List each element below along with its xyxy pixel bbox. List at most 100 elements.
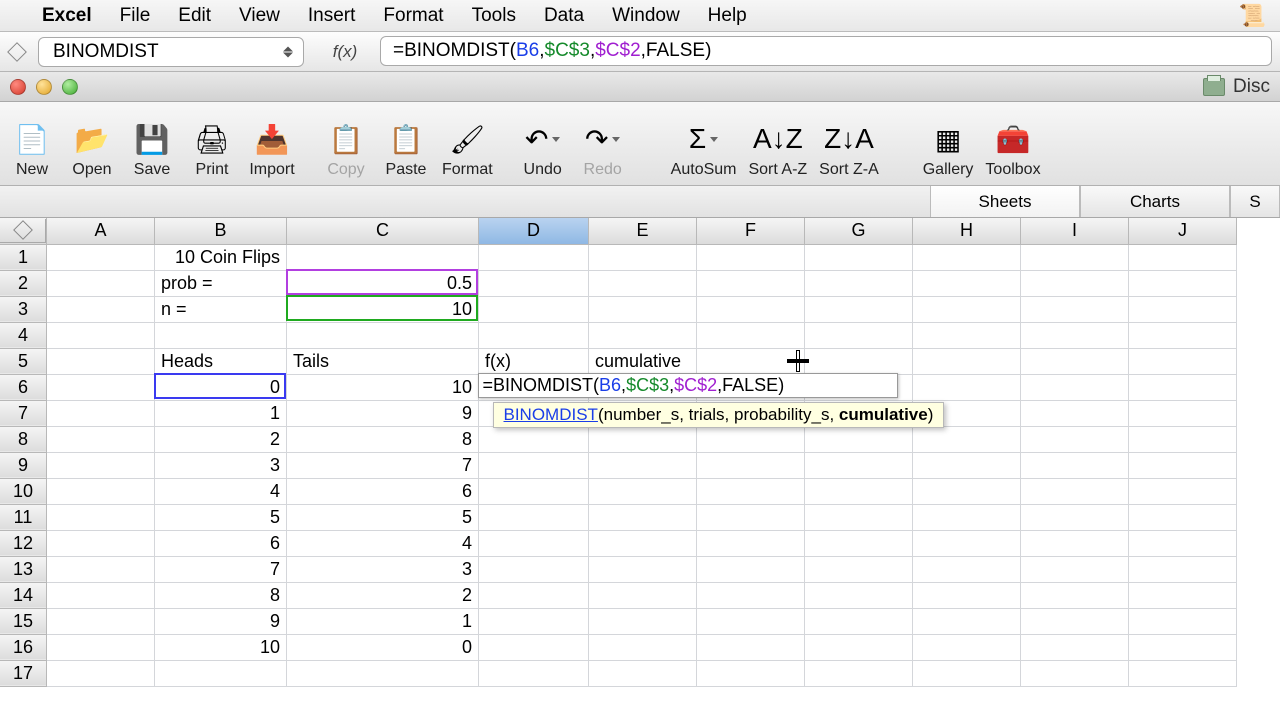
cell-E11[interactable] (589, 504, 697, 530)
row-header-11[interactable]: 11 (0, 504, 47, 530)
cell-D3[interactable] (479, 296, 589, 322)
cell-B6[interactable]: 0 (155, 374, 287, 400)
menu-window[interactable]: Window (612, 5, 680, 27)
cell-A15[interactable] (47, 608, 155, 634)
cell-D17[interactable] (479, 660, 589, 686)
cell-H10[interactable] (913, 478, 1021, 504)
cell-D8[interactable] (479, 426, 589, 452)
cell-F13[interactable] (697, 556, 805, 582)
open-button[interactable]: 📂Open (64, 105, 120, 181)
cell-I14[interactable] (1021, 582, 1129, 608)
app-name[interactable]: Excel (42, 5, 92, 27)
cell-F14[interactable] (697, 582, 805, 608)
cell-H4[interactable] (913, 322, 1021, 348)
close-window-button[interactable] (10, 79, 26, 95)
cell-B2[interactable]: prob = (155, 270, 287, 296)
cell-C1[interactable] (287, 244, 479, 270)
menu-view[interactable]: View (239, 5, 280, 27)
cell-C2[interactable]: 0.5 (287, 270, 479, 296)
cell-F3[interactable] (697, 296, 805, 322)
fx-label[interactable]: f(x) (310, 32, 380, 71)
cell-D4[interactable] (479, 322, 589, 348)
cell-D14[interactable] (479, 582, 589, 608)
menu-data[interactable]: Data (544, 5, 584, 27)
row-header-4[interactable]: 4 (0, 322, 47, 348)
column-header-F[interactable]: F (697, 218, 805, 244)
cell-G9[interactable] (805, 452, 913, 478)
cell-E2[interactable] (589, 270, 697, 296)
cell-F16[interactable] (697, 634, 805, 660)
cell-B1[interactable]: 10 Coin Flips (155, 244, 287, 270)
cell-I2[interactable] (1021, 270, 1129, 296)
cell-D1[interactable] (479, 244, 589, 270)
cell-G1[interactable] (805, 244, 913, 270)
cell-I11[interactable] (1021, 504, 1129, 530)
cell-H12[interactable] (913, 530, 1021, 556)
cell-I16[interactable] (1021, 634, 1129, 660)
cell-H14[interactable] (913, 582, 1021, 608)
autosum-button[interactable]: ΣAutoSum (667, 105, 741, 181)
cell-J1[interactable] (1129, 244, 1237, 270)
cell-J3[interactable] (1129, 296, 1237, 322)
cell-C8[interactable]: 8 (287, 426, 479, 452)
cell-editor[interactable]: =BINOMDIST(B6,$C$3,$C$2,FALSE) (478, 373, 898, 398)
cell-F10[interactable] (697, 478, 805, 504)
cell-C10[interactable]: 6 (287, 478, 479, 504)
cell-C11[interactable]: 5 (287, 504, 479, 530)
cell-J16[interactable] (1129, 634, 1237, 660)
row-header-9[interactable]: 9 (0, 452, 47, 478)
cell-E8[interactable] (589, 426, 697, 452)
cell-I9[interactable] (1021, 452, 1129, 478)
cell-C5[interactable]: Tails (287, 348, 479, 374)
cell-E14[interactable] (589, 582, 697, 608)
cell-H15[interactable] (913, 608, 1021, 634)
formula-input[interactable]: =BINOMDIST(B6,$C$3,$C$2,FALSE) (380, 36, 1272, 66)
cell-E9[interactable] (589, 452, 697, 478)
cell-C3[interactable]: 10 (287, 296, 479, 322)
cell-C9[interactable]: 7 (287, 452, 479, 478)
cell-B9[interactable]: 3 (155, 452, 287, 478)
cell-G10[interactable] (805, 478, 913, 504)
cell-A4[interactable] (47, 322, 155, 348)
column-header-E[interactable]: E (589, 218, 697, 244)
cell-I17[interactable] (1021, 660, 1129, 686)
gallery-button[interactable]: ▦Gallery (919, 105, 978, 181)
row-header-8[interactable]: 8 (0, 426, 47, 452)
cell-F8[interactable] (697, 426, 805, 452)
cell-G15[interactable] (805, 608, 913, 634)
cell-D9[interactable] (479, 452, 589, 478)
spreadsheet[interactable]: ABCDEFGHIJ110 Coin Flips2prob =0.53n =10… (0, 218, 1280, 687)
cell-C7[interactable]: 9 (287, 400, 479, 426)
cell-G8[interactable] (805, 426, 913, 452)
undo-button[interactable]: ↶Undo (515, 105, 571, 181)
cell-A8[interactable] (47, 426, 155, 452)
cell-I8[interactable] (1021, 426, 1129, 452)
menu-format[interactable]: Format (383, 5, 443, 27)
cell-D16[interactable] (479, 634, 589, 660)
tab-extra[interactable]: S (1230, 186, 1280, 217)
cell-H2[interactable] (913, 270, 1021, 296)
cell-H11[interactable] (913, 504, 1021, 530)
cell-F9[interactable] (697, 452, 805, 478)
cell-B4[interactable] (155, 322, 287, 348)
cell-B14[interactable]: 8 (155, 582, 287, 608)
cell-J2[interactable] (1129, 270, 1237, 296)
redo-button[interactable]: ↷Redo (575, 105, 631, 181)
cell-E16[interactable] (589, 634, 697, 660)
cell-J12[interactable] (1129, 530, 1237, 556)
row-header-7[interactable]: 7 (0, 400, 47, 426)
cell-A17[interactable] (47, 660, 155, 686)
cell-F15[interactable] (697, 608, 805, 634)
cell-J15[interactable] (1129, 608, 1237, 634)
cell-J8[interactable] (1129, 426, 1237, 452)
cell-J14[interactable] (1129, 582, 1237, 608)
import-button[interactable]: 📥Import (244, 105, 300, 181)
row-header-10[interactable]: 10 (0, 478, 47, 504)
paste-button[interactable]: 📋Paste (378, 105, 434, 181)
cell-A11[interactable] (47, 504, 155, 530)
row-header-16[interactable]: 16 (0, 634, 47, 660)
cell-J9[interactable] (1129, 452, 1237, 478)
cell-D5[interactable]: f(x) (479, 348, 589, 374)
row-header-12[interactable]: 12 (0, 530, 47, 556)
row-header-3[interactable]: 3 (0, 296, 47, 322)
